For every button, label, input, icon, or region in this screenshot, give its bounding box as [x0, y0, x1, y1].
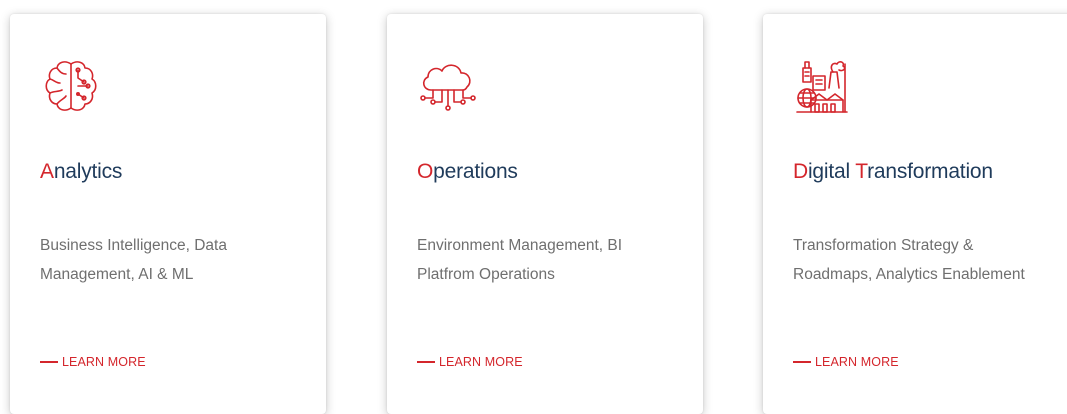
learn-more-label[interactable]: LEARN MORE: [815, 355, 899, 369]
dash-icon: [40, 361, 58, 363]
service-card-analytics: Analytics Business Intelligence, Data Ma…: [10, 14, 326, 414]
card-description: Environment Management, BI Platfrom Oper…: [417, 237, 623, 283]
learn-more-label[interactable]: LEARN MORE: [439, 355, 523, 369]
brain-icon: [38, 54, 104, 120]
dash-icon: [793, 361, 811, 363]
card-title: Operations: [417, 160, 518, 184]
service-card-digital-transformation: Digital Transformation Transformation St…: [763, 14, 1067, 414]
learn-more-link[interactable]: LEARN MORE: [417, 355, 523, 369]
card-title: Analytics: [40, 160, 122, 184]
title-accent-letter: D: [793, 160, 808, 183]
card-description: Business Intelligence, Data Management, …: [40, 237, 227, 283]
card-description: Transformation Strategy & Roadmaps, Anal…: [793, 237, 1025, 283]
dash-icon: [417, 361, 435, 363]
learn-more-link[interactable]: LEARN MORE: [793, 355, 899, 369]
title-text: nalytics: [53, 160, 123, 183]
title-text: ransformation: [867, 160, 993, 183]
title-accent-letter: T: [855, 160, 868, 183]
title-accent-letter: O: [417, 160, 434, 183]
title-accent-letter: A: [40, 160, 54, 183]
industry-globe-icon: [791, 54, 857, 120]
learn-more-link[interactable]: LEARN MORE: [40, 355, 146, 369]
title-text: igital: [807, 160, 856, 183]
cloud-network-icon: [415, 54, 481, 120]
learn-more-label[interactable]: LEARN MORE: [62, 355, 146, 369]
title-text: perations: [433, 160, 518, 183]
service-card-operations: Operations Environment Management, BI Pl…: [387, 14, 703, 414]
card-title: Digital Transformation: [793, 160, 993, 184]
